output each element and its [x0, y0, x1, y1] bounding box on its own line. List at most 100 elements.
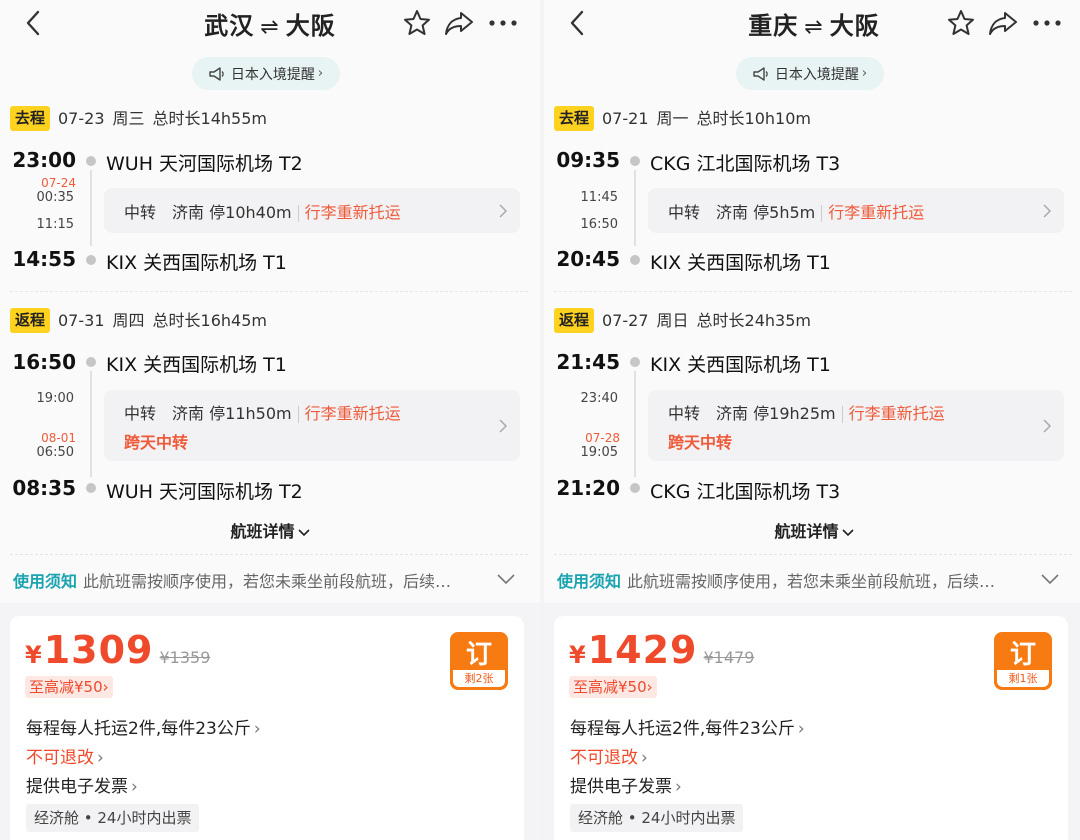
tickets-left: 剩2张: [453, 670, 505, 687]
more-dots-icon[interactable]: [1031, 8, 1063, 38]
outbound-info: 07-23 周三 总时长14h55m: [58, 109, 267, 128]
flight-card: 武汉 ⇌ 大阪 日本入境提醒 › 去程 07-23 周三 总时长14h55m 23:00 …: [0, 0, 540, 603]
back-arrow-icon[interactable]: [562, 8, 592, 38]
usage-notice[interactable]: 使用须知 此航班需按顺序使用，若您未乘坐前段航班，后续…: [557, 568, 995, 592]
chevron-down-icon[interactable]: [497, 573, 515, 585]
refund-policy[interactable]: 不可退改 ›: [26, 743, 104, 768]
return-mid-arr: 23:40: [580, 391, 618, 406]
return-arr-airport: WUH 天河国际机场 T2: [106, 481, 303, 503]
section-divider: [10, 291, 528, 292]
outbound-mid-dep: 11:15: [36, 217, 74, 232]
return-mid-dep: 19:05: [580, 445, 618, 460]
timeline-dot: [86, 156, 96, 166]
star-icon[interactable]: [946, 8, 976, 38]
japan-entry-notice[interactable]: 日本入境提醒 ›: [192, 57, 340, 90]
price-row: ¥ 1309 ¥1359: [25, 628, 211, 672]
timeline-dot: [630, 483, 640, 493]
return-dep-airport: KIX 关西国际机场 T1: [650, 354, 831, 376]
chevron-right-icon: [499, 419, 508, 433]
book-button[interactable]: 订 剩2张: [450, 632, 508, 690]
discount-badge[interactable]: 至高减¥50›: [569, 676, 657, 698]
outbound-arr-airport: KIX 关西国际机场 T1: [650, 252, 831, 274]
more-dots-icon[interactable]: [487, 8, 519, 38]
back-arrow-icon[interactable]: [18, 8, 48, 38]
outbound-arr-airport: KIX 关西国际机场 T1: [106, 252, 287, 274]
outbound-mid-arr: 00:35: [36, 190, 74, 205]
cabin-badge: 经济舱 • 24小时内出票: [26, 804, 200, 832]
return-arr-time: 21:20: [556, 476, 620, 500]
return-arr-airport: CKG 江北国际机场 T3: [650, 481, 841, 503]
return-dep-time: 21:45: [556, 350, 620, 374]
return-mid-date: 07-28: [585, 431, 620, 445]
star-icon[interactable]: [402, 8, 432, 38]
invoice-info[interactable]: 提供电子发票 ›: [570, 772, 682, 797]
baggage-info[interactable]: 每程每人托运2件,每件23公斤 ›: [26, 714, 261, 739]
cabin-badge: 经济舱 • 24小时内出票: [570, 804, 744, 832]
return-tag: 返程: [554, 308, 594, 333]
japan-entry-notice[interactable]: 日本入境提醒 ›: [736, 57, 884, 90]
timeline-dot: [630, 156, 640, 166]
outbound-transfer-card[interactable]: 中转 济南 停5h5m 行李重新托运: [648, 188, 1064, 233]
price-row: ¥ 1429 ¥1479: [569, 628, 755, 672]
section-divider: [554, 554, 1072, 555]
timeline-line: [634, 371, 636, 477]
return-info: 07-27 周日 总时长24h35m: [602, 311, 811, 330]
outbound-dep-time: 09:35: [556, 148, 620, 172]
timeline-line: [634, 170, 636, 246]
timeline-line: [90, 371, 92, 477]
return-transfer-card[interactable]: 中转 济南 停11h50m 行李重新托运 跨天中转: [104, 390, 520, 461]
original-price: ¥1359: [159, 648, 211, 667]
notice-label: 日本入境提醒: [774, 66, 859, 83]
outbound-mid-dep: 16:50: [580, 217, 618, 232]
price-value: 1309: [43, 628, 154, 672]
price-value: 1429: [587, 628, 698, 672]
timeline-line: [90, 170, 92, 246]
chevron-right-icon: [1043, 419, 1052, 433]
outbound-tag: 去程: [10, 106, 50, 131]
timeline-dot: [86, 357, 96, 367]
baggage-info[interactable]: 每程每人托运2件,每件23公斤 ›: [570, 714, 805, 739]
outbound-info: 07-21 周一 总时长10h10m: [602, 109, 811, 128]
section-divider: [10, 554, 528, 555]
refund-policy[interactable]: 不可退改 ›: [570, 743, 648, 768]
return-mid-dep: 06:50: [36, 445, 74, 460]
outbound-mid-date: 07-24: [41, 176, 76, 190]
chevron-down-icon: [297, 529, 310, 537]
outbound-tag: 去程: [554, 106, 594, 131]
outbound-arr-time: 20:45: [556, 247, 620, 271]
chevron-down-icon[interactable]: [1041, 573, 1059, 585]
notice-label: 日本入境提醒: [230, 66, 315, 83]
discount-badge[interactable]: 至高减¥50›: [25, 676, 113, 698]
original-price: ¥1479: [703, 648, 755, 667]
flight-details-toggle[interactable]: 航班详情: [0, 518, 540, 542]
share-icon[interactable]: [443, 8, 475, 38]
invoice-info[interactable]: 提供电子发票 ›: [26, 772, 138, 797]
flight-details-toggle[interactable]: 航班详情: [544, 518, 1080, 542]
chevron-right-icon: ›: [861, 66, 868, 81]
timeline-dot: [86, 483, 96, 493]
return-dep-time: 16:50: [12, 350, 76, 374]
book-button[interactable]: 订 剩1张: [994, 632, 1052, 690]
tickets-left: 剩1张: [997, 670, 1049, 687]
outbound-arr-time: 14:55: [12, 247, 76, 271]
usage-notice[interactable]: 使用须知 此航班需按顺序使用，若您未乘坐前段航班，后续…: [13, 568, 451, 592]
chevron-right-icon: [499, 204, 508, 218]
return-dep-airport: KIX 关西国际机场 T1: [106, 354, 287, 376]
chevron-down-icon: [841, 529, 854, 537]
section-divider: [554, 291, 1072, 292]
timeline-dot: [630, 357, 640, 367]
outbound-dep-time: 23:00: [12, 148, 76, 172]
outbound-transfer-card[interactable]: 中转 济南 停10h40m 行李重新托运: [104, 188, 520, 233]
return-transfer-card[interactable]: 中转 济南 停19h25m 行李重新托运 跨天中转: [648, 390, 1064, 461]
return-arr-time: 08:35: [12, 476, 76, 500]
share-icon[interactable]: [987, 8, 1019, 38]
page-title: 武汉 ⇌ 大阪: [204, 12, 336, 40]
page-title: 重庆 ⇌ 大阪: [748, 12, 880, 40]
outbound-dep-airport: CKG 江北国际机场 T3: [650, 153, 841, 175]
return-tag: 返程: [10, 308, 50, 333]
flight-card: 重庆 ⇌ 大阪 日本入境提醒 › 去程 07-21 周一 总时长10h10m 09:35 …: [544, 0, 1080, 603]
return-mid-date: 08-01: [41, 431, 76, 445]
megaphone-icon: [209, 66, 224, 81]
itinerary-panel-wuhan: 武汉 ⇌ 大阪 日本入境提醒 › 去程 07-23 周三 总时长14h55m 23:00 …: [0, 0, 540, 840]
return-mid-arr: 19:00: [36, 391, 74, 406]
